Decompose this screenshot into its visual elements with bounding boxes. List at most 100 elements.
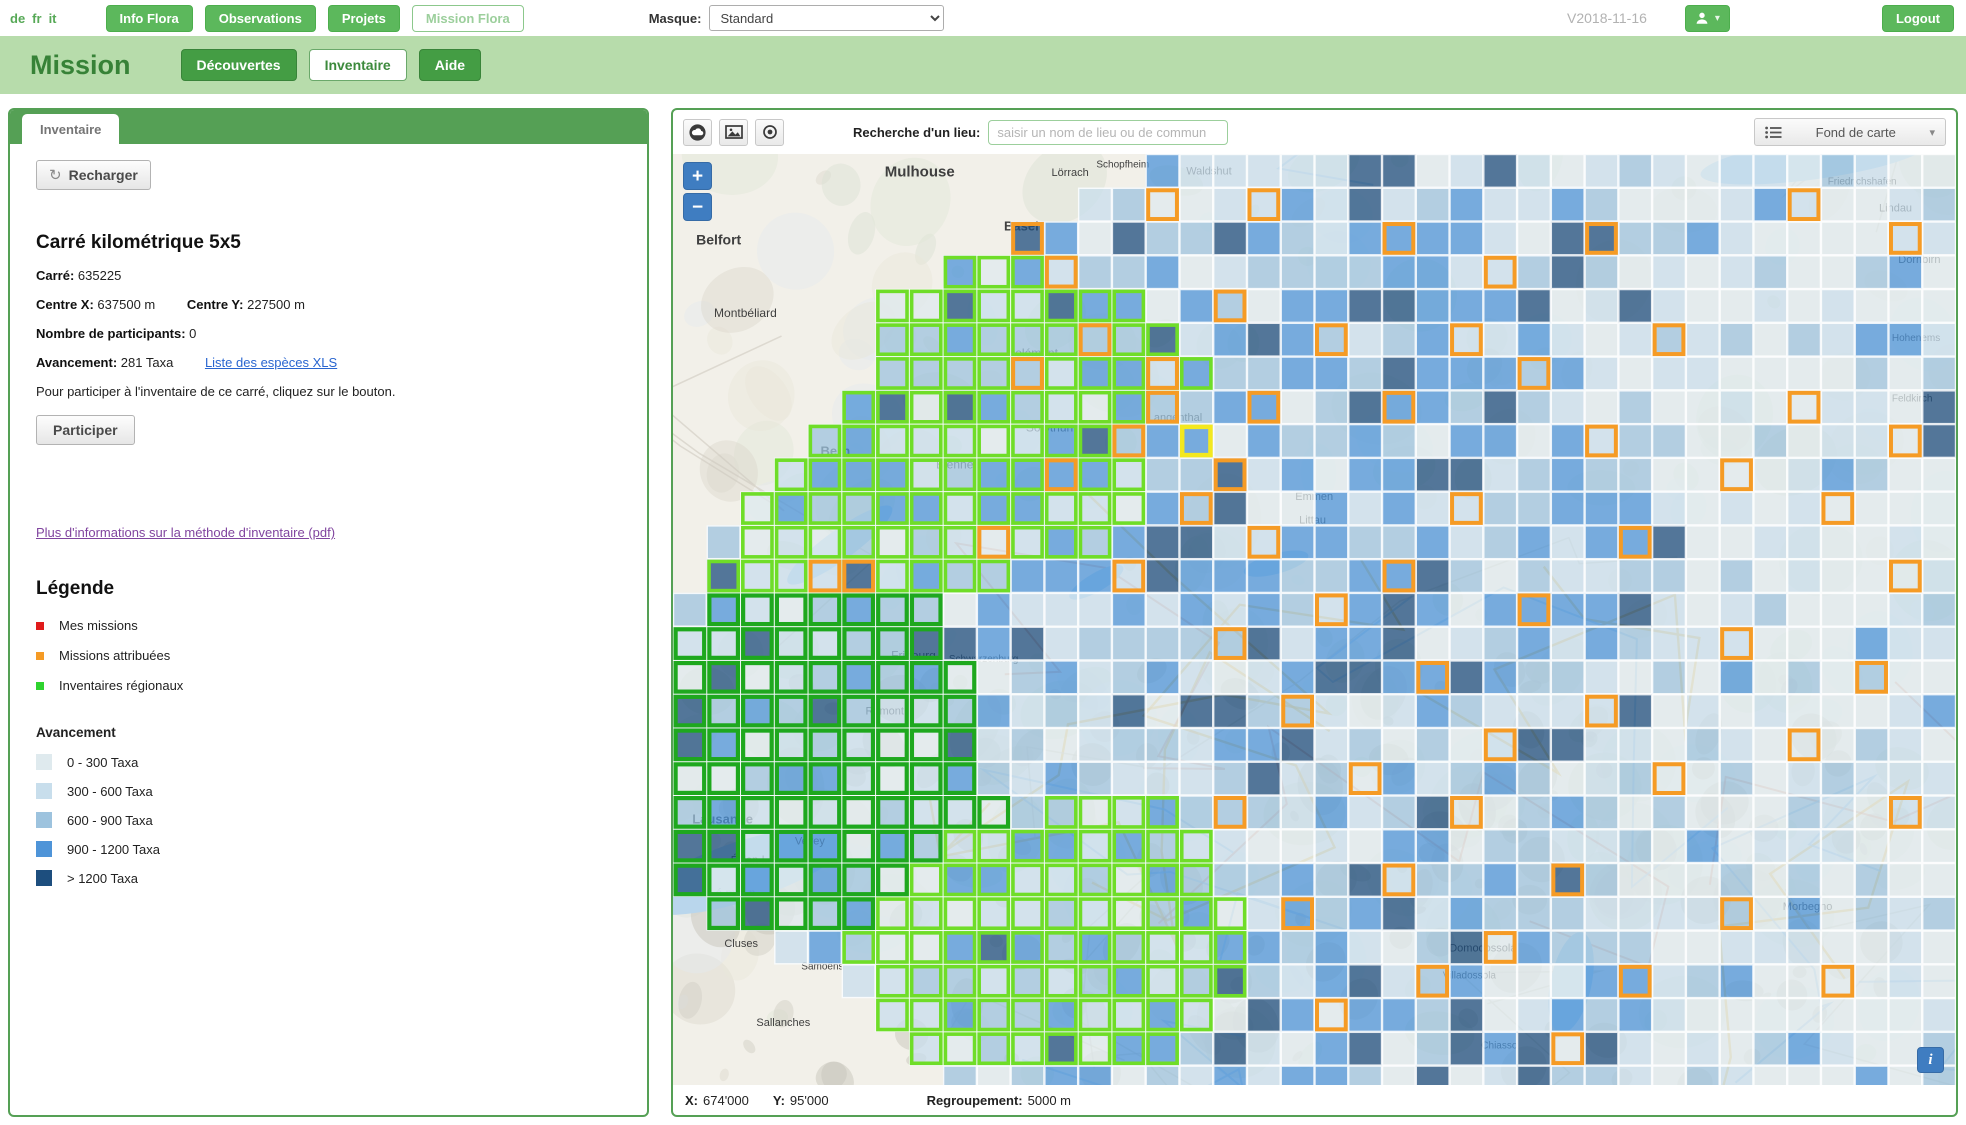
inventory-panel-body: ↻ Recharger Carré kilométrique 5x5 Carré… xyxy=(10,144,647,915)
user-icon xyxy=(1695,11,1709,25)
center-x-label: Centre X: xyxy=(36,297,94,312)
square-id-row: Carré: 635225 xyxy=(36,268,621,283)
legend-item-assigned-missions: Missions attribuées xyxy=(36,648,621,663)
basemap-label: Fond de carte xyxy=(1782,125,1929,140)
progress-legend-title: Avancement xyxy=(36,725,621,740)
participate-button[interactable]: Participer xyxy=(36,415,135,445)
status-regroup-value: 5000 m xyxy=(1028,1093,1071,1108)
masque-select[interactable]: Standard xyxy=(709,5,944,31)
map-status-bar: X: 674'000 Y: 95'000 Regroupement: 5000 … xyxy=(673,1085,1956,1115)
progress-class-label: 300 - 600 Taxa xyxy=(67,784,153,799)
logout-button[interactable]: Logout xyxy=(1882,5,1954,32)
legend-swatch-green xyxy=(36,682,44,690)
tab-inventaire[interactable]: Inventaire xyxy=(309,49,407,81)
progress-class-row: 900 - 1200 Taxa xyxy=(36,841,621,857)
map-toolbar: Recherche d'un lieu: Fond de carte ▾ xyxy=(673,110,1956,154)
participants-value: 0 xyxy=(189,326,196,341)
legend-swatch-red xyxy=(36,622,44,630)
nav-projets-button[interactable]: Projets xyxy=(328,5,400,32)
legend-label: Inventaires régionaux xyxy=(59,678,183,693)
aerial-imagery-button[interactable] xyxy=(719,119,748,146)
topbar: de fr it Info Flora Observations Projets… xyxy=(0,0,1966,36)
participants-label: Nombre de participants: xyxy=(36,326,186,341)
target-icon xyxy=(762,124,778,140)
square-id-value: 635225 xyxy=(78,268,121,283)
status-y-label: Y: xyxy=(773,1093,785,1108)
tab-decouvertes[interactable]: Découvertes xyxy=(181,49,297,81)
participants-row: Nombre de participants: 0 xyxy=(36,326,621,341)
progress-class-row: 300 - 600 Taxa xyxy=(36,783,621,799)
cloud-icon xyxy=(689,124,706,141)
inventory-panel-header: Inventaire xyxy=(10,110,647,144)
status-regroup-label: Regroupement: xyxy=(927,1093,1023,1108)
reload-icon: ↻ xyxy=(49,166,62,184)
tab-aide[interactable]: Aide xyxy=(419,49,481,81)
page-title: Mission xyxy=(30,50,131,81)
lang-de[interactable]: de xyxy=(10,11,25,26)
center-x-value: 637500 m xyxy=(97,297,155,312)
user-menu-button[interactable]: ▾ xyxy=(1685,5,1730,32)
center-y-label: Centre Y: xyxy=(187,297,244,312)
inventory-panel-tab[interactable]: Inventaire xyxy=(22,114,119,144)
reload-label: Recharger xyxy=(69,167,138,183)
zoom-out-button[interactable]: − xyxy=(683,193,712,221)
progress-swatch-5 xyxy=(36,870,52,886)
cloud-layer-button[interactable] xyxy=(683,119,712,146)
lang-it[interactable]: it xyxy=(49,11,57,26)
map-zoom-control: + − xyxy=(683,162,712,221)
progress-swatch-2 xyxy=(36,783,52,799)
map-panel: Recherche d'un lieu: Fond de carte ▾ + −… xyxy=(671,108,1958,1117)
progress-class-row: 0 - 300 Taxa xyxy=(36,754,621,770)
masque-label: Masque: xyxy=(649,11,702,26)
species-list-link[interactable]: Liste des espèces XLS xyxy=(205,355,337,370)
progress-swatch-1 xyxy=(36,754,52,770)
progress-class-label: 900 - 1200 Taxa xyxy=(67,842,160,857)
progress-class-row: 600 - 900 Taxa xyxy=(36,812,621,828)
progress-label: Avancement: xyxy=(36,355,117,370)
legend-swatch-orange xyxy=(36,652,44,660)
content: Inventaire ↻ Recharger Carré kilométriqu… xyxy=(0,94,1966,1125)
participate-hint: Pour participer à l'inventaire de ce car… xyxy=(36,384,621,399)
legend-label: Mes missions xyxy=(59,618,138,633)
lang-fr[interactable]: fr xyxy=(32,11,41,26)
reload-button[interactable]: ↻ Recharger xyxy=(36,160,151,190)
legend-label: Missions attribuées xyxy=(59,648,170,663)
center-coords-row: Centre X: 637500 m Centre Y: 227500 m xyxy=(36,297,621,312)
locate-button[interactable] xyxy=(755,119,784,146)
nav-info-flora-button[interactable]: Info Flora xyxy=(106,5,193,32)
map-view[interactable]: + − i xyxy=(673,154,1956,1085)
square-id-label: Carré: xyxy=(36,268,74,283)
mission-bar: Mission Découvertes Inventaire Aide xyxy=(0,36,1966,94)
basemap-selector-button[interactable]: Fond de carte ▾ xyxy=(1754,118,1946,146)
progress-class-row: > 1200 Taxa xyxy=(36,870,621,886)
progress-row: Avancement: 281 Taxa Liste des espèces X… xyxy=(36,355,621,370)
masque-group: Masque: Standard xyxy=(649,5,945,31)
legend-item-regional-inventories: Inventaires régionaux xyxy=(36,678,621,693)
square-title: Carré kilométrique 5x5 xyxy=(36,232,621,254)
legend-item-my-missions: Mes missions xyxy=(36,618,621,633)
progress-value: 281 Taxa xyxy=(121,355,174,370)
method-pdf-link[interactable]: Plus d'informations sur la méthode d'inv… xyxy=(36,525,335,540)
map-canvas[interactable] xyxy=(673,154,1956,1085)
zoom-in-button[interactable]: + xyxy=(683,162,712,190)
center-y-value: 227500 m xyxy=(247,297,305,312)
version-label: V2018-11-16 xyxy=(1567,10,1647,26)
image-icon xyxy=(725,125,743,139)
status-x-label: X: xyxy=(685,1093,698,1108)
progress-swatch-4 xyxy=(36,841,52,857)
nav-mission-flora-button[interactable]: Mission Flora xyxy=(412,5,524,32)
nav-observations-button[interactable]: Observations xyxy=(205,5,316,32)
progress-class-label: 600 - 900 Taxa xyxy=(67,813,153,828)
status-x-value: 674'000 xyxy=(703,1093,749,1108)
place-search-input[interactable] xyxy=(988,120,1228,145)
status-y-value: 95'000 xyxy=(790,1093,829,1108)
progress-swatch-3 xyxy=(36,812,52,828)
chevron-down-icon: ▾ xyxy=(1929,126,1935,139)
legend-title: Légende xyxy=(36,578,621,600)
place-search-label: Recherche d'un lieu: xyxy=(853,125,980,140)
map-info-button[interactable]: i xyxy=(1917,1047,1944,1073)
progress-class-label: > 1200 Taxa xyxy=(67,871,138,886)
chevron-down-icon: ▾ xyxy=(1715,13,1720,24)
inventory-panel: Inventaire ↻ Recharger Carré kilométriqu… xyxy=(8,108,649,1117)
progress-class-label: 0 - 300 Taxa xyxy=(67,755,138,770)
